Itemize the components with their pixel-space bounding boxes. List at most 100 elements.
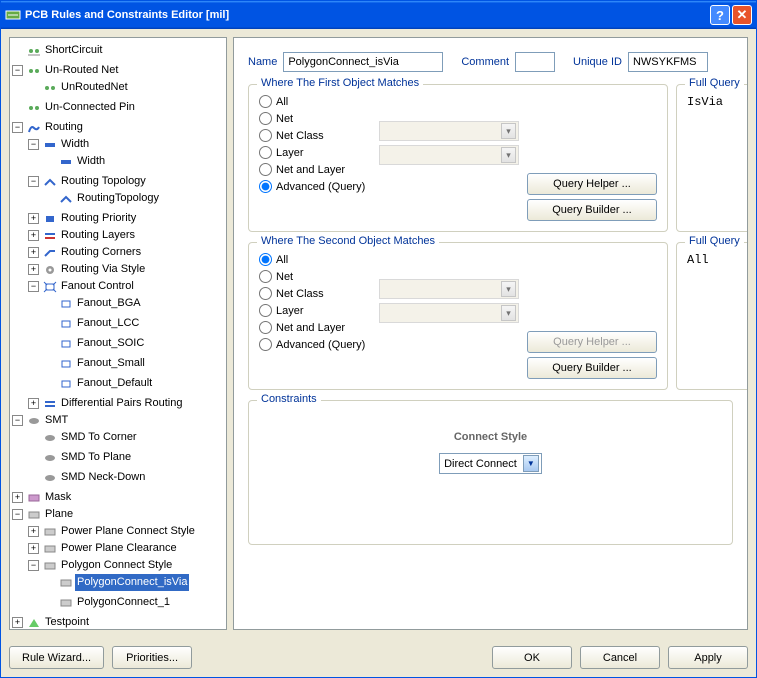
tree-item[interactable]: RoutingTopology (75, 190, 161, 207)
netclass-combo: ▾ (379, 303, 519, 323)
rule-icon (43, 398, 57, 410)
radio-advanced[interactable]: Advanced (Query) (259, 180, 379, 193)
comment-input[interactable] (515, 52, 555, 72)
expand-icon[interactable]: + (12, 492, 23, 503)
netclass-combo: ▾ (379, 145, 519, 165)
tree-item[interactable]: Fanout_LCC (75, 315, 141, 332)
category-icon (27, 492, 41, 504)
tree-item[interactable]: Un-Connected Pin (43, 99, 137, 116)
collapse-icon[interactable]: − (12, 415, 23, 426)
priorities-button[interactable]: Priorities... (112, 646, 192, 669)
uniqueid-input[interactable] (628, 52, 708, 72)
first-full-query-group: Full Query IsVia (676, 84, 748, 232)
tree-item[interactable]: SMD To Plane (59, 449, 133, 466)
radio-advanced[interactable]: Advanced (Query) (259, 338, 379, 351)
tree-item[interactable]: Fanout_Default (75, 375, 154, 392)
titlebar[interactable]: PCB Rules and Constraints Editor [mil] ?… (1, 1, 756, 29)
chevron-down-icon: ▾ (501, 305, 516, 321)
collapse-icon[interactable]: − (12, 65, 23, 76)
expand-icon[interactable]: + (28, 247, 39, 258)
tree-item[interactable]: PolygonConnect_1 (75, 594, 172, 611)
radio-netclass[interactable]: Net Class (259, 287, 379, 300)
tree-item[interactable]: UnRoutedNet (59, 79, 130, 96)
expand-icon[interactable]: + (12, 617, 23, 628)
tree-item[interactable]: SMD To Corner (59, 429, 139, 446)
chevron-down-icon: ▼ (523, 455, 539, 472)
radio-layer[interactable]: Layer (259, 304, 379, 317)
tree-item[interactable]: Polygon Connect Style (59, 557, 174, 574)
expand-icon[interactable]: + (28, 264, 39, 275)
radio-all[interactable]: All (259, 95, 379, 108)
expand-icon[interactable]: + (28, 213, 39, 224)
query-builder-button[interactable]: Query Builder ... (527, 199, 657, 221)
expand-icon[interactable]: + (28, 398, 39, 409)
collapse-icon[interactable]: − (28, 560, 39, 571)
collapse-icon[interactable]: − (28, 176, 39, 187)
net-combo: ▾ (379, 121, 519, 141)
tree-item[interactable]: Plane (43, 506, 75, 523)
tree-item[interactable]: Un-Routed Net (43, 62, 120, 79)
uniqueid-label: Unique ID (573, 56, 622, 68)
select-value: Direct Connect (444, 458, 517, 470)
tree-item[interactable]: Fanout Control (59, 278, 136, 295)
radio-netlayer[interactable]: Net and Layer (259, 321, 379, 334)
tree-item[interactable]: Differential Pairs Routing (59, 395, 184, 412)
collapse-icon[interactable]: − (12, 509, 23, 520)
tree-item[interactable]: Fanout_BGA (75, 295, 143, 312)
rules-tree[interactable]: ShortCircuit −Un-Routed Net UnRoutedNet … (9, 37, 227, 630)
tree-item[interactable]: Routing Topology (59, 173, 148, 190)
expand-icon[interactable]: + (28, 543, 39, 554)
query-builder-button[interactable]: Query Builder ... (527, 357, 657, 379)
radio-netclass[interactable]: Net Class (259, 129, 379, 142)
tree-item[interactable]: Routing Layers (59, 227, 137, 244)
tree-item-selected[interactable]: PolygonConnect_isVia (75, 574, 189, 591)
chevron-down-icon: ▾ (501, 281, 516, 297)
ok-button[interactable]: OK (492, 646, 572, 669)
rule-wizard-button[interactable]: Rule Wizard... (9, 646, 104, 669)
radio-net[interactable]: Net (259, 112, 379, 125)
radio-netlayer[interactable]: Net and Layer (259, 163, 379, 176)
radio-layer[interactable]: Layer (259, 146, 379, 159)
app-icon (5, 7, 21, 23)
tree-item[interactable]: Mask (43, 489, 73, 506)
rule-icon (43, 526, 57, 538)
radio-net[interactable]: Net (259, 270, 379, 283)
tree-item[interactable]: Routing (43, 119, 85, 136)
name-input[interactable] (283, 52, 443, 72)
tree-item[interactable]: SMD Neck-Down (59, 469, 147, 486)
apply-button[interactable]: Apply (668, 646, 748, 669)
connect-style-select[interactable]: Direct Connect ▼ (439, 453, 542, 474)
tree-item[interactable]: Fanout_Small (75, 355, 147, 372)
group-legend: Full Query (685, 235, 744, 247)
tree-item[interactable]: Width (59, 136, 91, 153)
tree-item[interactable]: Power Plane Clearance (59, 540, 179, 557)
tree-item[interactable]: Width (75, 153, 107, 170)
rule-icon (43, 452, 57, 464)
tree-item[interactable]: Routing Priority (59, 210, 138, 227)
collapse-icon[interactable]: − (28, 139, 39, 150)
collapse-icon[interactable]: − (12, 122, 23, 133)
tree-item[interactable]: Power Plane Connect Style (59, 523, 197, 540)
close-button[interactable]: ✕ (732, 5, 752, 25)
expand-icon[interactable]: + (28, 526, 39, 537)
comment-label: Comment (461, 56, 509, 68)
tree-item[interactable]: Fanout_SOIC (75, 335, 146, 352)
chevron-down-icon: ▾ (501, 147, 516, 163)
name-label: Name (248, 56, 277, 68)
help-button[interactable]: ? (710, 5, 730, 25)
group-legend: Where The Second Object Matches (257, 235, 439, 247)
tree-item[interactable]: SMT (43, 412, 70, 429)
collapse-icon[interactable]: − (28, 281, 39, 292)
radio-all[interactable]: All (259, 253, 379, 266)
expand-icon[interactable]: + (28, 230, 39, 241)
rule-icon (43, 264, 57, 276)
cancel-button[interactable]: Cancel (580, 646, 660, 669)
tree-item[interactable]: Routing Via Style (59, 261, 147, 278)
tree-item[interactable]: Testpoint (43, 614, 91, 630)
tree-item[interactable]: Routing Corners (59, 244, 143, 261)
query-helper-button[interactable]: Query Helper ... (527, 173, 657, 195)
tree-item[interactable]: ShortCircuit (43, 42, 104, 59)
rule-icon (43, 247, 57, 259)
full-query-text: All (687, 253, 748, 267)
rule-icon (43, 560, 57, 572)
